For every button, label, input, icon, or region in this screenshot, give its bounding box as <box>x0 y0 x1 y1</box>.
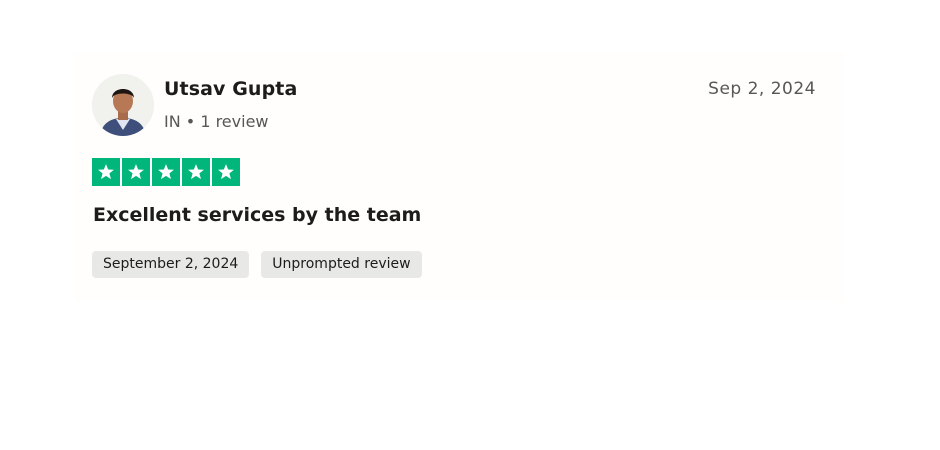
star-icon <box>212 158 240 186</box>
experience-date-tag: September 2, 2024 <box>92 251 250 278</box>
star-icon <box>182 158 210 186</box>
reviewer-avatar[interactable] <box>92 74 154 136</box>
review-title[interactable]: Excellent services by the team <box>93 204 421 226</box>
reviewer-name[interactable]: Utsav Gupta <box>164 78 297 100</box>
review-header: Utsav Gupta IN • 1 review Sep 2, 2024 <box>92 74 820 138</box>
reviewer-country: IN <box>164 112 181 131</box>
reviewer-review-count: 1 review <box>200 112 269 131</box>
star-icon <box>92 158 120 186</box>
star-icon <box>152 158 180 186</box>
star-rating <box>92 158 240 186</box>
review-date: Sep 2, 2024 <box>708 79 816 99</box>
avatar-photo <box>92 74 154 136</box>
star-icon <box>122 158 150 186</box>
review-type-tag[interactable]: Unprompted review <box>261 251 422 278</box>
review-tags: September 2, 2024 Unprompted review <box>92 251 422 278</box>
reviewer-meta: IN • 1 review <box>164 112 269 131</box>
meta-separator: • <box>185 112 196 131</box>
